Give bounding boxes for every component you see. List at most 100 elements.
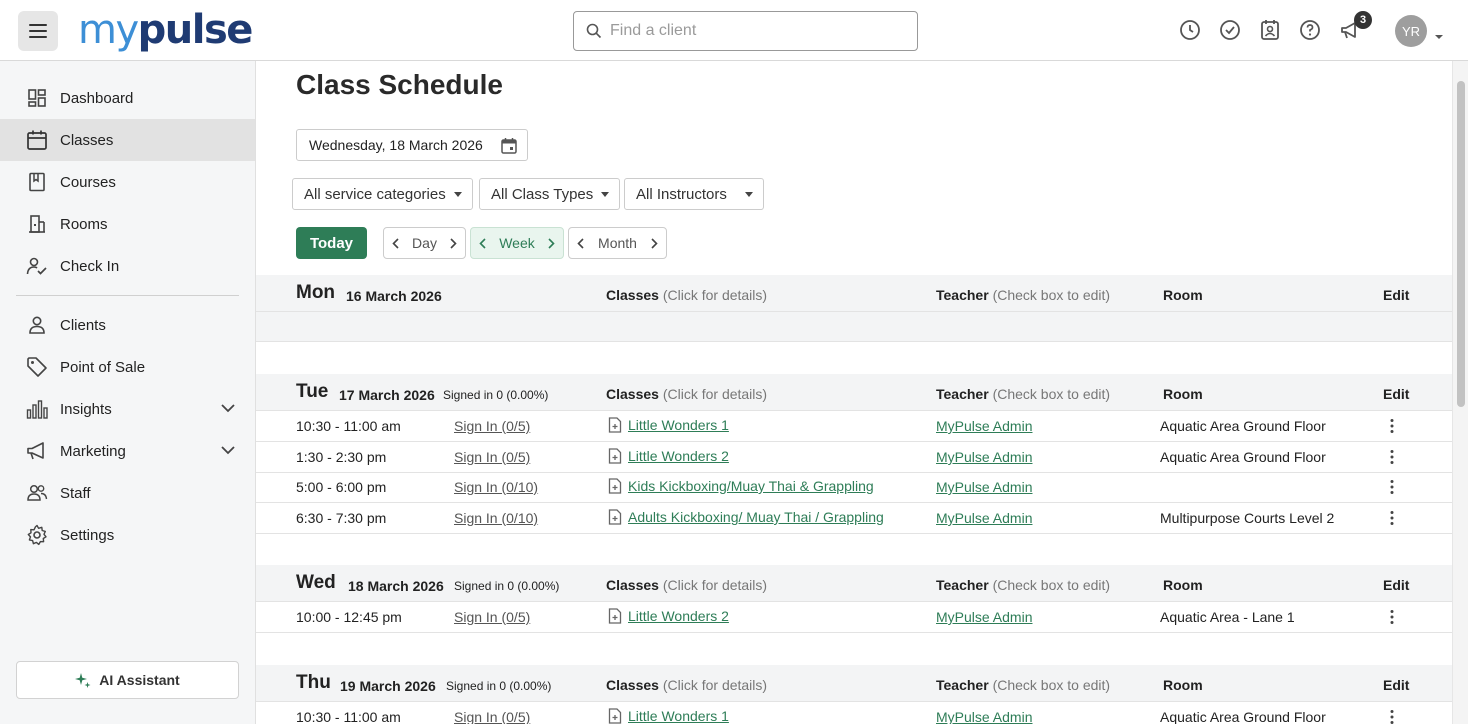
day-header-tue: Tue 17 March 2026 Signed in 0 (0.00%) Cl… bbox=[256, 374, 1452, 411]
classes-column-header: Classes (Click for details) bbox=[606, 677, 767, 693]
teacher-link[interactable]: MyPulse Admin bbox=[936, 609, 1032, 625]
teacher-hint: (Check box to edit) bbox=[992, 677, 1111, 693]
caret-down-icon bbox=[745, 192, 753, 197]
classes-hint: (Click for details) bbox=[662, 287, 768, 303]
chevron-right-icon[interactable] bbox=[450, 237, 457, 249]
client-search[interactable] bbox=[573, 11, 918, 51]
service-category-select[interactable]: All service categories bbox=[292, 178, 473, 210]
room-name: Aquatic Area Ground Floor bbox=[1160, 449, 1326, 465]
class-link[interactable]: Little Wonders 1 bbox=[628, 708, 729, 724]
document-add-icon[interactable] bbox=[608, 448, 622, 464]
document-add-icon[interactable] bbox=[608, 608, 622, 624]
chevron-down-icon[interactable] bbox=[221, 442, 235, 459]
scrollbar-thumb[interactable] bbox=[1457, 81, 1465, 407]
day-header-mon: Mon 16 March 2026 Classes (Click for det… bbox=[256, 275, 1452, 312]
room-name: Aquatic Area Ground Floor bbox=[1160, 709, 1326, 724]
megaphone-icon bbox=[26, 440, 48, 462]
edit-column-header: Edit bbox=[1383, 577, 1409, 593]
tasks-button[interactable] bbox=[1218, 18, 1242, 42]
more-options-icon[interactable] bbox=[1382, 510, 1402, 528]
teacher-link[interactable]: MyPulse Admin bbox=[936, 510, 1032, 526]
class-link[interactable]: Little Wonders 1 bbox=[628, 417, 729, 433]
logo[interactable]: mypulse bbox=[78, 6, 253, 54]
sign-in-link[interactable]: Sign In (0/5) bbox=[454, 609, 530, 625]
help-button[interactable] bbox=[1298, 18, 1322, 42]
main-scrollbar[interactable] bbox=[1452, 61, 1468, 724]
class-link[interactable]: Adults Kickboxing/ Muay Thai / Grappling bbox=[628, 509, 884, 525]
classes-heading: Classes bbox=[606, 677, 659, 693]
sidebar-item-insights[interactable]: Insights bbox=[0, 388, 255, 430]
menu-toggle-button[interactable] bbox=[18, 11, 58, 51]
teacher-heading: Teacher bbox=[936, 677, 989, 693]
sign-in-link[interactable]: Sign In (0/5) bbox=[454, 449, 530, 465]
sidebar-item-settings[interactable]: Settings bbox=[0, 514, 255, 556]
sidebar-item-dashboard[interactable]: Dashboard bbox=[0, 77, 255, 119]
signed-in-summary: Signed in 0 (0.00%) bbox=[443, 388, 549, 402]
instructor-select[interactable]: All Instructors bbox=[624, 178, 764, 210]
more-options-icon[interactable] bbox=[1382, 449, 1402, 467]
check-circle-icon bbox=[1220, 20, 1240, 40]
sidebar-item-courses[interactable]: Courses bbox=[0, 161, 255, 203]
document-add-icon[interactable] bbox=[608, 417, 622, 433]
chevron-down-icon[interactable] bbox=[221, 400, 235, 417]
caret-down-icon[interactable] bbox=[1434, 27, 1444, 43]
class-row: 6:30 - 7:30 pm Sign In (0/10) Adults Kic… bbox=[256, 503, 1452, 534]
class-link[interactable]: Little Wonders 2 bbox=[628, 448, 729, 464]
sign-in-link[interactable]: Sign In (0/5) bbox=[454, 418, 530, 434]
announcements-button[interactable]: 3 bbox=[1338, 11, 1372, 42]
document-add-icon[interactable] bbox=[608, 478, 622, 494]
chevron-left-icon[interactable] bbox=[479, 237, 486, 249]
more-options-icon[interactable] bbox=[1382, 709, 1402, 724]
teacher-link[interactable]: MyPulse Admin bbox=[936, 449, 1032, 465]
ai-assistant-button[interactable]: AI Assistant bbox=[16, 661, 239, 699]
class-link[interactable]: Little Wonders 2 bbox=[628, 608, 729, 624]
today-button[interactable]: Today bbox=[296, 227, 367, 259]
chevron-left-icon[interactable] bbox=[392, 237, 399, 249]
sign-in-link[interactable]: Sign In (0/10) bbox=[454, 510, 538, 526]
document-add-icon[interactable] bbox=[608, 509, 622, 525]
search-input[interactable] bbox=[610, 22, 900, 40]
chevron-left-icon[interactable] bbox=[577, 237, 584, 249]
classes-column-header: Classes (Click for details) bbox=[606, 386, 767, 402]
sidebar-item-rooms[interactable]: Rooms bbox=[0, 203, 255, 245]
sidebar-divider bbox=[16, 295, 239, 296]
people-icon bbox=[26, 482, 48, 504]
calendar-icon[interactable] bbox=[501, 137, 517, 157]
sign-in-link[interactable]: Sign In (0/10) bbox=[454, 479, 538, 495]
dashboard-icon bbox=[26, 87, 48, 109]
sign-in-link[interactable]: Sign In (0/5) bbox=[454, 709, 530, 724]
document-add-icon[interactable] bbox=[608, 708, 622, 724]
chevron-right-icon[interactable] bbox=[651, 237, 658, 249]
edit-heading: Edit bbox=[1383, 287, 1410, 303]
chevron-right-icon[interactable] bbox=[548, 237, 555, 249]
history-button[interactable] bbox=[1178, 18, 1202, 42]
avatar[interactable]: YR bbox=[1395, 15, 1427, 47]
day-view-button[interactable]: Day bbox=[412, 235, 437, 251]
sidebar-item-clients[interactable]: Clients bbox=[0, 304, 255, 346]
day-name: Tue bbox=[296, 381, 329, 402]
more-options-icon[interactable] bbox=[1382, 418, 1402, 436]
month-view-button[interactable]: Month bbox=[598, 235, 637, 251]
week-view-button[interactable]: Week bbox=[499, 235, 535, 251]
sidebar-item-marketing[interactable]: Marketing bbox=[0, 430, 255, 472]
class-cell: Adults Kickboxing/ Muay Thai / Grappling bbox=[608, 509, 884, 525]
contacts-button[interactable] bbox=[1258, 18, 1282, 42]
month-period-nav: Month bbox=[568, 227, 667, 259]
teacher-link[interactable]: MyPulse Admin bbox=[936, 479, 1032, 495]
teacher-link[interactable]: MyPulse Admin bbox=[936, 709, 1032, 724]
more-options-icon[interactable] bbox=[1382, 609, 1402, 627]
day-header-wed: Wed 18 March 2026 Signed in 0 (0.00%) Cl… bbox=[256, 565, 1452, 602]
class-link[interactable]: Kids Kickboxing/Muay Thai & Grappling bbox=[628, 478, 874, 494]
day-period-nav: Day bbox=[383, 227, 466, 259]
sidebar-item-label: Check In bbox=[60, 257, 120, 275]
sidebar-item-classes[interactable]: Classes bbox=[0, 119, 255, 161]
sidebar-item-point-of-sale[interactable]: Point of Sale bbox=[0, 346, 255, 388]
bar-chart-icon bbox=[26, 398, 48, 420]
sidebar-item-staff[interactable]: Staff bbox=[0, 472, 255, 514]
date-picker[interactable]: Wednesday, 18 March 2026 bbox=[296, 129, 528, 161]
teacher-link[interactable]: MyPulse Admin bbox=[936, 418, 1032, 434]
class-time: 6:30 - 7:30 pm bbox=[296, 510, 387, 526]
more-options-icon[interactable] bbox=[1382, 479, 1402, 497]
sidebar-item-check-in[interactable]: Check In bbox=[0, 245, 255, 287]
class-type-select[interactable]: All Class Types bbox=[479, 178, 620, 210]
